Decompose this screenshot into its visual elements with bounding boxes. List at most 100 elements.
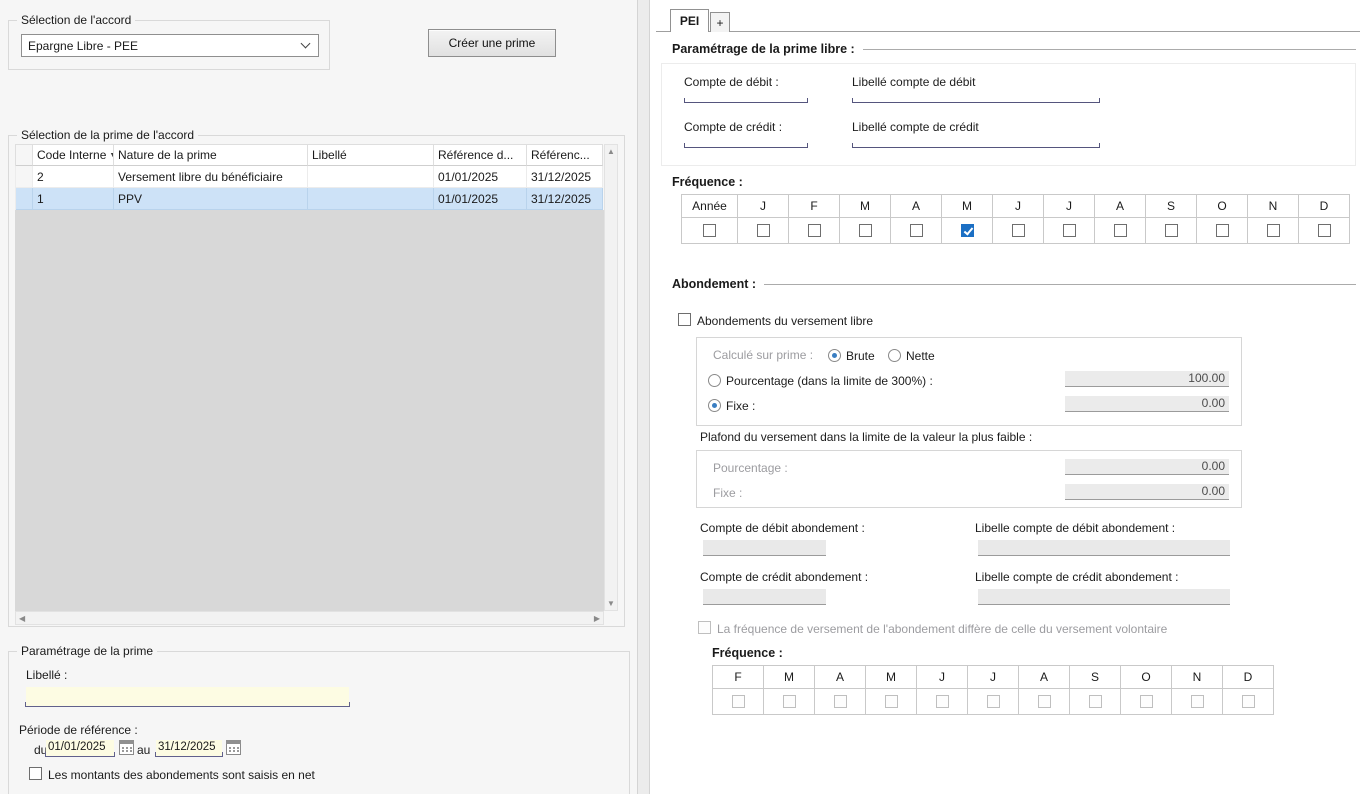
freq-cell — [1070, 689, 1121, 715]
column-header[interactable]: Code Interne▼ — [33, 144, 114, 166]
column-header[interactable]: Libellé — [308, 144, 434, 166]
plafond-fixe-label: Fixe : — [713, 486, 743, 500]
freq-cell — [1223, 689, 1274, 715]
freq-col-label: M — [840, 195, 891, 218]
freq-checkbox-a[interactable] — [909, 224, 923, 237]
net-amounts-checkbox[interactable] — [29, 767, 42, 780]
table-cell[interactable]: Versement libre du bénéficiaire — [114, 166, 308, 188]
scroll-up-icon[interactable]: ▲ — [607, 147, 615, 156]
table-cell[interactable]: 01/01/2025 — [434, 166, 527, 188]
freq-checkbox-j[interactable] — [1011, 224, 1025, 237]
freq-checkbox-année[interactable] — [703, 224, 716, 237]
table-cell[interactable]: 01/01/2025 — [434, 188, 527, 210]
column-header[interactable]: Référence d... — [434, 144, 527, 166]
freq-col-label: J — [993, 195, 1044, 218]
freq-differ-label: La fréquence de versement de l'abondemen… — [717, 622, 1168, 636]
freq-col-label: O — [1121, 666, 1172, 689]
compte-credit-input[interactable] — [684, 129, 808, 148]
table-cell[interactable]: 2 — [33, 166, 114, 188]
horizontal-scrollbar[interactable]: ◀ ▶ — [15, 611, 604, 625]
freq-header-row: FMAMJJASOND — [713, 666, 1274, 689]
column-header[interactable]: Nature de la prime — [114, 144, 308, 166]
row-selector-cell[interactable] — [16, 188, 33, 210]
table-cell[interactable] — [308, 188, 434, 210]
section-prime-libre-title: Paramétrage de la prime libre : — [672, 42, 855, 56]
freq-checkbox-o — [1139, 695, 1153, 708]
freq-col-label: S — [1146, 195, 1197, 218]
fixe-value-field: 0.00 — [1065, 396, 1229, 412]
calcule-sur-prime-label: Calculé sur prime : — [713, 348, 814, 362]
freq-col-label: A — [1019, 666, 1070, 689]
tab-pei[interactable]: PEI — [670, 9, 709, 32]
freq-checkbox-d[interactable] — [1317, 224, 1331, 237]
freq-cell — [764, 689, 815, 715]
table-cell[interactable]: 31/12/2025 — [527, 166, 603, 188]
column-header[interactable]: Référenc... — [527, 144, 603, 166]
abondements-checkbox[interactable] — [678, 313, 691, 326]
table-cell[interactable]: 1 — [33, 188, 114, 210]
libelle-debit-input[interactable] — [852, 84, 1100, 103]
abondements-checkbox-label: Abondements du versement libre — [697, 314, 874, 328]
freq-cell — [942, 218, 993, 244]
date-au-input[interactable]: 31/12/2025 — [155, 740, 223, 757]
freq-cell — [1197, 218, 1248, 244]
freq-col-label: M — [866, 666, 917, 689]
table-row[interactable]: 2 Versement libre du bénéficiaire 01/01/20… — [16, 166, 603, 188]
libelle-credit-abondement-field — [978, 589, 1230, 605]
compte-debit-input[interactable] — [684, 84, 808, 103]
freq-checkbox-j[interactable] — [1062, 224, 1076, 237]
freq-checkbox-s[interactable] — [1164, 224, 1178, 237]
row-selector-cell[interactable] — [16, 166, 33, 188]
prime-param-title: Paramétrage de la prime — [17, 644, 158, 658]
table-cell[interactable]: PPV — [114, 188, 308, 210]
frequence-label: Fréquence : — [672, 175, 743, 189]
radio-brute — [828, 349, 841, 362]
compte-debit-abondement-label: Compte de débit abondement : — [700, 521, 865, 535]
freq-checkbox-m[interactable] — [858, 224, 872, 237]
create-prime-button[interactable]: Créer une prime — [428, 29, 556, 57]
plafond-box: Pourcentage : 0.00 Fixe : 0.00 — [696, 450, 1242, 508]
freq-checkbox-f[interactable] — [807, 224, 821, 237]
freq-col-label: D — [1299, 195, 1350, 218]
freq-checkbox-j — [986, 695, 1000, 708]
chevron-down-icon — [300, 38, 311, 49]
date-du-input[interactable]: 01/01/2025 — [45, 740, 115, 757]
pourcentage-value-field: 100.00 — [1065, 371, 1229, 387]
scroll-right-icon[interactable]: ▶ — [594, 614, 600, 623]
freq-checkbox-a — [833, 695, 847, 708]
left-panel: Sélection de l'accord Epargne Libre - PE… — [0, 0, 637, 794]
calendar-icon[interactable] — [119, 740, 134, 755]
table-cell[interactable] — [308, 166, 434, 188]
vertical-scrollbar[interactable]: ▲ ▼ — [604, 144, 618, 611]
calendar-icon[interactable] — [226, 740, 241, 755]
freq-col-label: N — [1172, 666, 1223, 689]
freq-col-label: S — [1070, 666, 1121, 689]
tab-content-border — [656, 31, 1360, 32]
table-row[interactable]: 1 PPV 01/01/2025 31/12/2025 — [16, 188, 603, 210]
freq-checkbox-row — [713, 689, 1274, 715]
freq-cell — [840, 218, 891, 244]
libelle-input[interactable] — [25, 687, 350, 707]
freq-checkbox-o[interactable] — [1215, 224, 1229, 237]
freq-cell — [1019, 689, 1070, 715]
panel-divider[interactable] — [637, 0, 650, 794]
libelle-credit-input[interactable] — [852, 129, 1100, 148]
freq-checkbox-n[interactable] — [1266, 224, 1280, 237]
freq-col-label: J — [968, 666, 1019, 689]
freq-checkbox-j[interactable] — [756, 224, 770, 237]
scroll-left-icon[interactable]: ◀ — [19, 614, 25, 623]
tab-add-label: + — [716, 15, 724, 30]
tab-pei-label: PEI — [679, 14, 700, 28]
freq-checkbox-m[interactable] — [960, 224, 974, 237]
accord-select[interactable]: Epargne Libre - PEE — [21, 34, 319, 57]
table-cell[interactable]: 31/12/2025 — [527, 188, 603, 210]
scroll-down-icon[interactable]: ▼ — [607, 599, 615, 608]
prime-table-header: Code Interne▼Nature de la primeLibelléRé… — [15, 144, 603, 166]
freq-col-label: J — [738, 195, 789, 218]
freq-cell — [1299, 218, 1350, 244]
accord-groupbox: Sélection de l'accord Epargne Libre - PE… — [8, 13, 330, 70]
tab-add[interactable]: + — [710, 12, 730, 32]
freq-col-label: N — [1248, 195, 1299, 218]
freq-checkbox-a[interactable] — [1113, 224, 1127, 237]
freq-col-label: D — [1223, 666, 1274, 689]
